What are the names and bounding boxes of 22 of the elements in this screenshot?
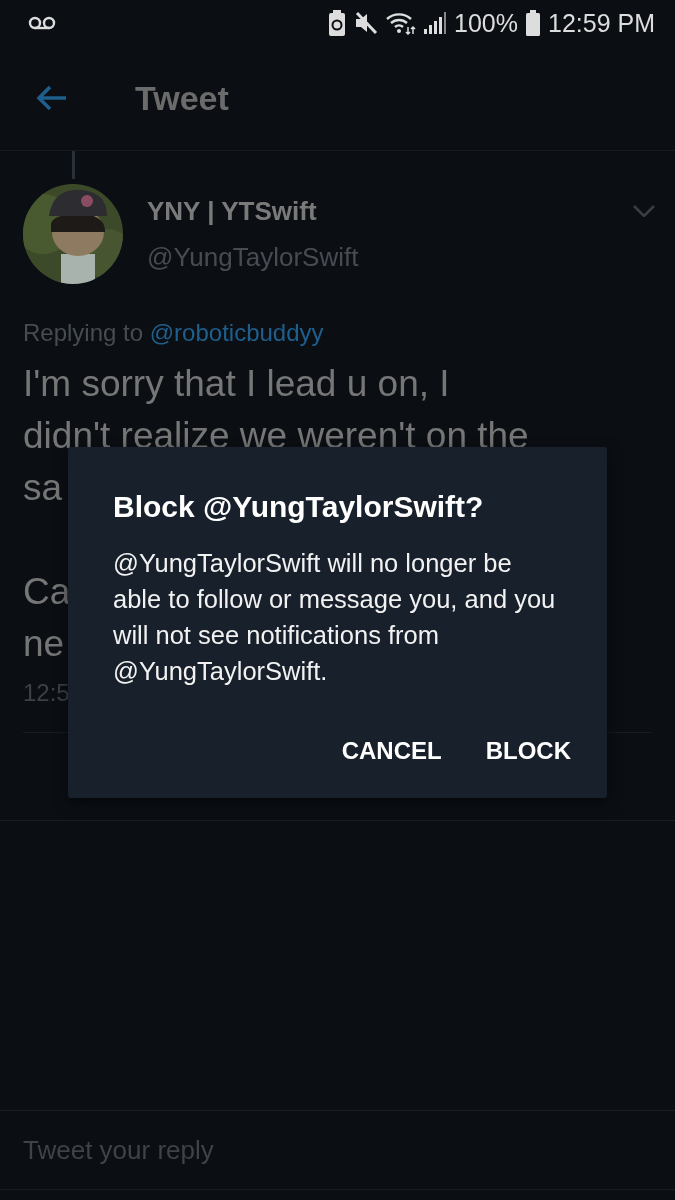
display-name[interactable]: YNY | YTSwift	[147, 195, 633, 227]
back-arrow-icon[interactable]	[36, 85, 68, 111]
voicemail-icon	[28, 16, 56, 30]
dialog-button[interactable]: CANCEL	[329, 729, 454, 773]
wifi-icon	[386, 11, 417, 35]
tweet-text-line: sa	[23, 466, 63, 510]
clock-time: 12:59 PM	[548, 8, 655, 38]
battery-percent: 100%	[454, 8, 518, 38]
chevron-down-icon[interactable]	[633, 205, 655, 217]
battery-saver-icon	[328, 10, 347, 36]
dialog-title: Block @YungTaylorSwift?	[113, 489, 485, 525]
dialog-button[interactable]: BLOCK	[473, 729, 583, 773]
mute-icon	[354, 11, 379, 35]
page-title: Tweet	[135, 78, 229, 118]
tweet-text-line: I'm sorry that I lead u on, I	[23, 362, 450, 406]
replying-to-text: Replying to @roboticbuddyy	[23, 318, 325, 348]
signal-icon	[424, 12, 447, 34]
tweet-text-line: ne	[23, 622, 65, 666]
dialog-message: @YungTaylorSwift will no longer be able to follow or message you, and you will not see notifications from @YungTaylorSwift.	[113, 548, 557, 687]
tweet-text-line: Ca	[23, 570, 71, 614]
battery-icon	[526, 10, 540, 36]
mention-link[interactable]: @roboticbuddyy	[149, 319, 324, 346]
